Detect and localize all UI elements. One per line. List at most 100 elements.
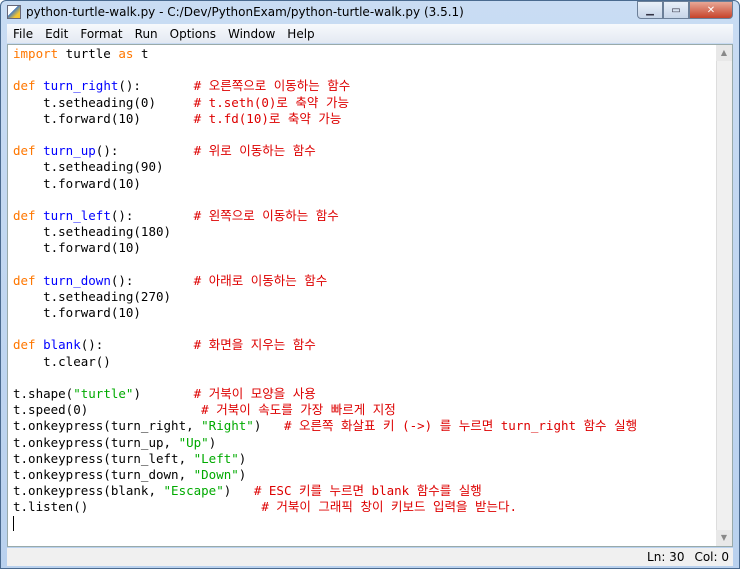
minimize-button[interactable]: ▁: [637, 1, 663, 19]
code-editor[interactable]: import turtle as t def turn_right(): # 오른…: [7, 44, 733, 547]
code-token: t.speed(0): [13, 402, 202, 418]
code-line: t.setheading(90): [13, 159, 637, 175]
close-button[interactable]: ✕: [689, 1, 733, 19]
code-token: ): [223, 483, 254, 499]
function-name: turn_up: [43, 143, 96, 159]
code-line: t.setheading(270): [13, 289, 637, 305]
code-token: ): [238, 466, 247, 482]
keyword: def: [13, 207, 36, 223]
code-line: def blank(): # 화면을 지우는 함수: [13, 337, 637, 353]
code-line: t.shape("turtle") # 거북이 모양을 사용: [13, 386, 637, 402]
idle-editor-window: python-turtle-walk.py - C:/Dev/PythonExa…: [0, 0, 740, 569]
comment: # 위로 이동하는 함수: [193, 143, 316, 159]
menu-help[interactable]: Help: [281, 27, 320, 41]
keyword: def: [13, 272, 36, 288]
function-name: blank: [43, 337, 81, 353]
keyword: def: [13, 143, 36, 159]
code-token: ():: [80, 337, 194, 353]
code-token: t.forward(10): [13, 305, 141, 320]
code-line: t.setheading(180): [13, 224, 637, 240]
code-token: ():: [110, 272, 194, 288]
code-token: t.setheading(180): [13, 224, 172, 240]
comment: # 아래로 이동하는 함수: [193, 272, 328, 288]
code-token: t.shape(: [13, 385, 74, 401]
python-file-icon: [7, 5, 21, 19]
comment: # 거북이 속도를 가장 빠르게 지정: [201, 402, 396, 418]
code-token: t.onkeypress(turn_up,: [13, 434, 179, 450]
code-line: t.listen() # 거북이 그래픽 창이 키보드 입력을 받는다.: [13, 499, 637, 515]
code-line: t.speed(0) # 거북이 속도를 가장 빠르게 지정: [13, 402, 637, 418]
menu-window[interactable]: Window: [222, 27, 281, 41]
comment: # 오른쪽으로 이동하는 함수: [193, 78, 351, 94]
code-token: ): [253, 418, 284, 434]
code-line: import turtle as t: [13, 46, 637, 62]
code-token: t.onkeypress(blank,: [13, 483, 164, 499]
minimize-icon: ▁: [646, 4, 654, 16]
comment: # t.seth(0)로 축약 가능: [193, 94, 349, 110]
keyword: as: [118, 46, 134, 61]
line-number: Ln: 30: [647, 550, 685, 564]
code-token: t.setheading(90): [13, 159, 164, 175]
function-name: turn_right: [43, 78, 119, 94]
maximize-button[interactable]: ▭: [663, 1, 689, 19]
function-name: turn_left: [43, 207, 111, 223]
vertical-scrollbar[interactable]: ▲ ▼: [716, 45, 732, 546]
code-line: t.forward(10): [13, 240, 637, 256]
scroll-up-icon[interactable]: ▲: [716, 45, 732, 61]
code-token: t.setheading(0): [13, 94, 194, 110]
code-line: t.forward(10) # t.fd(10)로 축약 가능: [13, 111, 637, 127]
code-line: def turn_right(): # 오른쪽으로 이동하는 함수: [13, 78, 637, 94]
scroll-down-icon[interactable]: ▼: [716, 530, 732, 546]
code-token: ): [238, 450, 247, 466]
code-token: ():: [110, 207, 194, 223]
code-line: [13, 515, 637, 532]
code-line: def turn_up(): # 위로 이동하는 함수: [13, 143, 637, 159]
code-token: t.onkeypress(turn_right,: [13, 418, 202, 434]
code-token: t.forward(10): [13, 240, 141, 256]
comment: # 화면을 지우는 함수: [193, 337, 316, 353]
menu-bar: File Edit Format Run Options Window Help: [7, 24, 733, 43]
comment: # t.fd(10)로 축약 가능: [193, 110, 342, 126]
menu-format[interactable]: Format: [74, 27, 128, 41]
code-token: t: [133, 46, 149, 61]
text-cursor: [13, 516, 14, 532]
string-literal: "Left": [193, 450, 239, 466]
status-bar: Ln: 30 Col: 0: [7, 548, 733, 566]
code-line: t.onkeypress(blank, "Escape") # ESC 키를 누…: [13, 483, 637, 499]
comment: # 거북이 모양을 사용: [193, 385, 316, 401]
code-line: t.onkeypress(turn_down, "Down"): [13, 467, 637, 483]
title-bar[interactable]: python-turtle-walk.py - C:/Dev/PythonExa…: [1, 1, 739, 23]
code-line: t.onkeypress(turn_up, "Up"): [13, 435, 637, 451]
menu-edit[interactable]: Edit: [39, 27, 74, 41]
string-literal: "Up": [178, 434, 209, 450]
code-token: t.forward(10): [13, 110, 194, 126]
code-token: t.forward(10): [13, 175, 141, 191]
keyword: def: [13, 337, 36, 353]
code-token: t.onkeypress(turn_down,: [13, 466, 194, 482]
code-line: t.forward(10): [13, 305, 637, 321]
keyword: def: [13, 78, 36, 94]
code-token: ): [208, 434, 217, 450]
code-token: ():: [95, 143, 194, 159]
function-name: turn_down: [43, 272, 111, 288]
menu-file[interactable]: File: [7, 27, 39, 41]
comment: # 거북이 그래픽 창이 키보드 입력을 받는다.: [261, 499, 518, 515]
string-literal: "Right": [201, 418, 254, 434]
code-text[interactable]: import turtle as t def turn_right(): # 오른…: [13, 46, 637, 532]
code-token: t.setheading(270): [13, 288, 172, 304]
code-token: ():: [118, 78, 194, 94]
maximize-icon: ▭: [671, 4, 681, 16]
menu-run[interactable]: Run: [129, 27, 164, 41]
window-title: python-turtle-walk.py - C:/Dev/PythonExa…: [26, 5, 464, 19]
menu-options[interactable]: Options: [164, 27, 222, 41]
